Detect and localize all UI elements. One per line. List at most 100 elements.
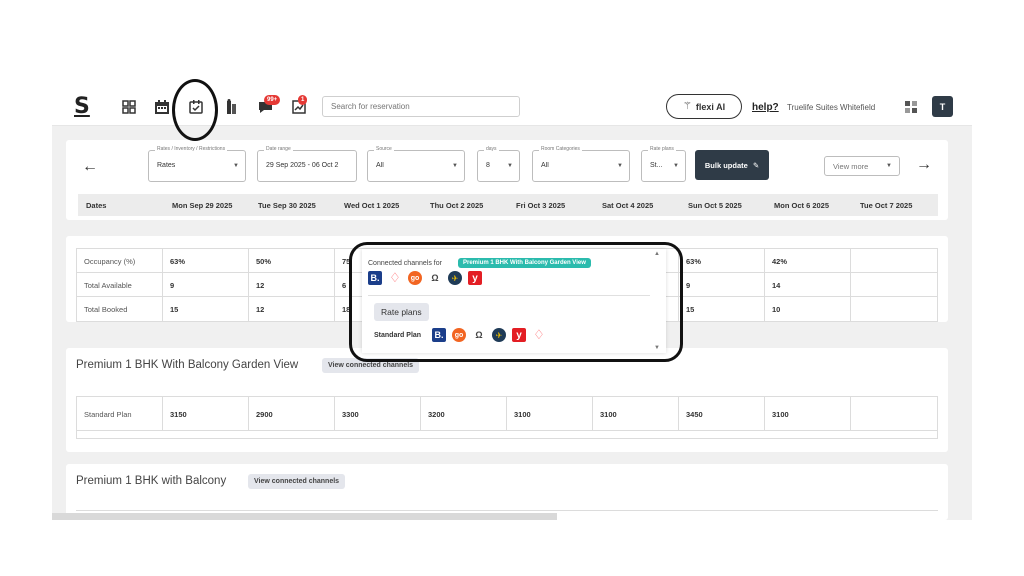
room-panel: Premium 1 BHK With Balcony Garden View V… xyxy=(66,348,948,452)
rate-cell[interactable]: 3100 xyxy=(507,397,593,430)
apps-grid-icon[interactable] xyxy=(905,101,917,113)
view-connected-channels-button[interactable]: View connected channels xyxy=(248,474,346,489)
rate-cell[interactable]: 3150 xyxy=(163,397,249,430)
table-cell: 12 xyxy=(249,297,335,321)
dates-header-cell: Mon Sep 29 2025 xyxy=(172,201,233,210)
date-range-label: Date range xyxy=(264,146,293,152)
table-cell: 12 xyxy=(249,273,335,296)
yatra-icon: y xyxy=(512,328,526,342)
chevron-down-icon: ▼ xyxy=(507,163,513,169)
chevron-down-icon: ▼ xyxy=(452,163,458,169)
booking-com-icon: B. xyxy=(432,328,446,342)
dates-header-cell: Wed Oct 1 2025 xyxy=(344,201,400,210)
dates-header-cell: Mon Oct 6 2025 xyxy=(774,201,830,210)
rate-cell[interactable]: 3200 xyxy=(421,397,507,430)
rates-select[interactable]: Rates / Inventory / Restrictions Rates ▼ xyxy=(148,146,246,182)
table-cell: 50% xyxy=(249,249,335,272)
yatra-icon: y xyxy=(468,271,482,285)
dates-header-cell: Fri Oct 3 2025 xyxy=(516,201,566,210)
search-input[interactable] xyxy=(322,96,520,117)
popup-scrollbar[interactable]: ▲ ▼ xyxy=(654,251,662,351)
dates-header-cell: Sat Oct 4 2025 xyxy=(602,201,654,210)
room-title: Premium 1 BHK With Balcony Garden View xyxy=(76,359,299,371)
table-cell xyxy=(851,273,937,296)
days-select-value: 8 xyxy=(486,162,490,169)
chevron-down-icon: ▼ xyxy=(886,163,892,169)
dates-header-cell: Dates xyxy=(86,201,107,210)
chevron-down-icon: ▼ xyxy=(233,163,239,169)
rate-cell[interactable]: 3100 xyxy=(593,397,679,430)
rate-cell[interactable]: 3100 xyxy=(765,397,851,430)
rate-plans-label: Rate plans xyxy=(648,146,676,152)
rates-select-label: Rates / Inventory / Restrictions xyxy=(155,146,228,152)
avatar[interactable]: T xyxy=(932,96,953,117)
table-cell: 14 xyxy=(765,273,851,296)
dates-header-cell: Sun Oct 5 2025 xyxy=(688,201,742,210)
room-categories-select[interactable]: Room Categories All ▼ xyxy=(532,146,630,182)
room-categories-value: All xyxy=(541,162,549,169)
rate-cell[interactable]: 3300 xyxy=(335,397,421,430)
connected-channel-list: B. ♢ go Ω ✈ y xyxy=(368,270,482,285)
property-name[interactable]: Truelife Suites Whitefield xyxy=(787,103,875,112)
rates-table: Standard Plan 3150 2900 3300 3200 3100 3… xyxy=(76,396,938,439)
table-cell: 10 xyxy=(765,297,851,321)
app-logo[interactable]: S xyxy=(74,94,90,119)
calendar-icon[interactable] xyxy=(153,98,171,116)
goibibo-icon: go xyxy=(452,328,466,342)
connected-channels-popup: Connected channels for Premium 1 BHK Wit… xyxy=(362,249,666,353)
housekeeping-icon[interactable] xyxy=(222,98,240,116)
popup-divider xyxy=(368,295,650,296)
previous-arrow-icon[interactable]: ← xyxy=(82,158,98,176)
source-select[interactable]: Source All ▼ xyxy=(367,146,465,182)
next-arrow-icon[interactable]: → xyxy=(916,156,932,174)
rates-select-value: Rates xyxy=(157,162,176,169)
days-select-label: days xyxy=(484,146,499,152)
help-link[interactable]: help? xyxy=(752,102,779,113)
room-panel: Premium 1 BHK with Balcony View connecte… xyxy=(66,464,948,520)
chevron-down-icon: ▼ xyxy=(673,163,679,169)
date-range-field[interactable]: Date range 29 Sep 2025 - 06 Oct 2 xyxy=(257,146,357,182)
days-select[interactable]: days 8 ▼ xyxy=(477,146,520,182)
room-categories-label: Room Categories xyxy=(539,146,582,152)
goibibo-icon: go xyxy=(408,271,422,285)
annotation-circle xyxy=(172,79,218,141)
expedia-icon: ✈ xyxy=(448,271,462,285)
table-row: Standard Plan 3150 2900 3300 3200 3100 3… xyxy=(77,397,937,431)
bulk-update-label: Bulk update xyxy=(704,160,748,170)
messages-badge: 99+ xyxy=(264,95,281,105)
rate-cell[interactable] xyxy=(851,397,937,430)
rate-plans-select[interactable]: Rate plans St... ▼ xyxy=(641,146,686,182)
airbnb-icon: ♢ xyxy=(533,327,545,342)
rate-cell[interactable]: 2900 xyxy=(249,397,335,430)
scroll-down-icon[interactable]: ▼ xyxy=(654,345,660,351)
bulk-update-button[interactable]: Bulk update ✎ xyxy=(695,150,769,180)
table-cell: 63% xyxy=(679,249,765,272)
agoda-icon: Ω xyxy=(431,273,439,283)
plan-channel-list: B. go Ω ✈ y ♢ xyxy=(432,327,546,342)
popup-label: Connected channels for xyxy=(368,260,442,267)
rate-plan-label: Standard Plan xyxy=(77,397,163,430)
popup-plan-name: Standard Plan xyxy=(374,332,422,339)
source-select-value: All xyxy=(376,162,384,169)
row-label: Total Available xyxy=(77,273,163,296)
edit-pencil-icon: ✎ xyxy=(752,160,760,170)
flexi-ai-label: flexi AI xyxy=(695,101,726,112)
popup-room-tag: Premium 1 BHK With Balcony Garden View xyxy=(458,258,591,268)
rate-plans-heading: Rate plans xyxy=(374,303,429,321)
chevron-down-icon: ▼ xyxy=(617,163,623,169)
rate-cell[interactable]: 3450 xyxy=(679,397,765,430)
dates-header-row: Dates Mon Sep 29 2025 Tue Sep 30 2025 We… xyxy=(78,194,938,216)
expedia-icon: ✈ xyxy=(492,328,506,342)
flexi-ai-button[interactable]: ⚚ flexi AI xyxy=(666,94,742,119)
view-more-select[interactable]: View more ▼ xyxy=(824,156,900,176)
view-more-label: View more xyxy=(833,162,869,171)
dashboard-icon[interactable] xyxy=(120,98,138,116)
horizontal-scrollbar[interactable] xyxy=(52,513,557,520)
row-label: Total Booked xyxy=(77,297,163,321)
table-cell xyxy=(851,249,937,272)
source-select-label: Source xyxy=(374,146,394,152)
table-cell: 15 xyxy=(163,297,249,321)
booking-com-icon: B. xyxy=(368,271,382,285)
scroll-up-icon[interactable]: ▲ xyxy=(654,251,660,257)
table-cell: 63% xyxy=(163,249,249,272)
